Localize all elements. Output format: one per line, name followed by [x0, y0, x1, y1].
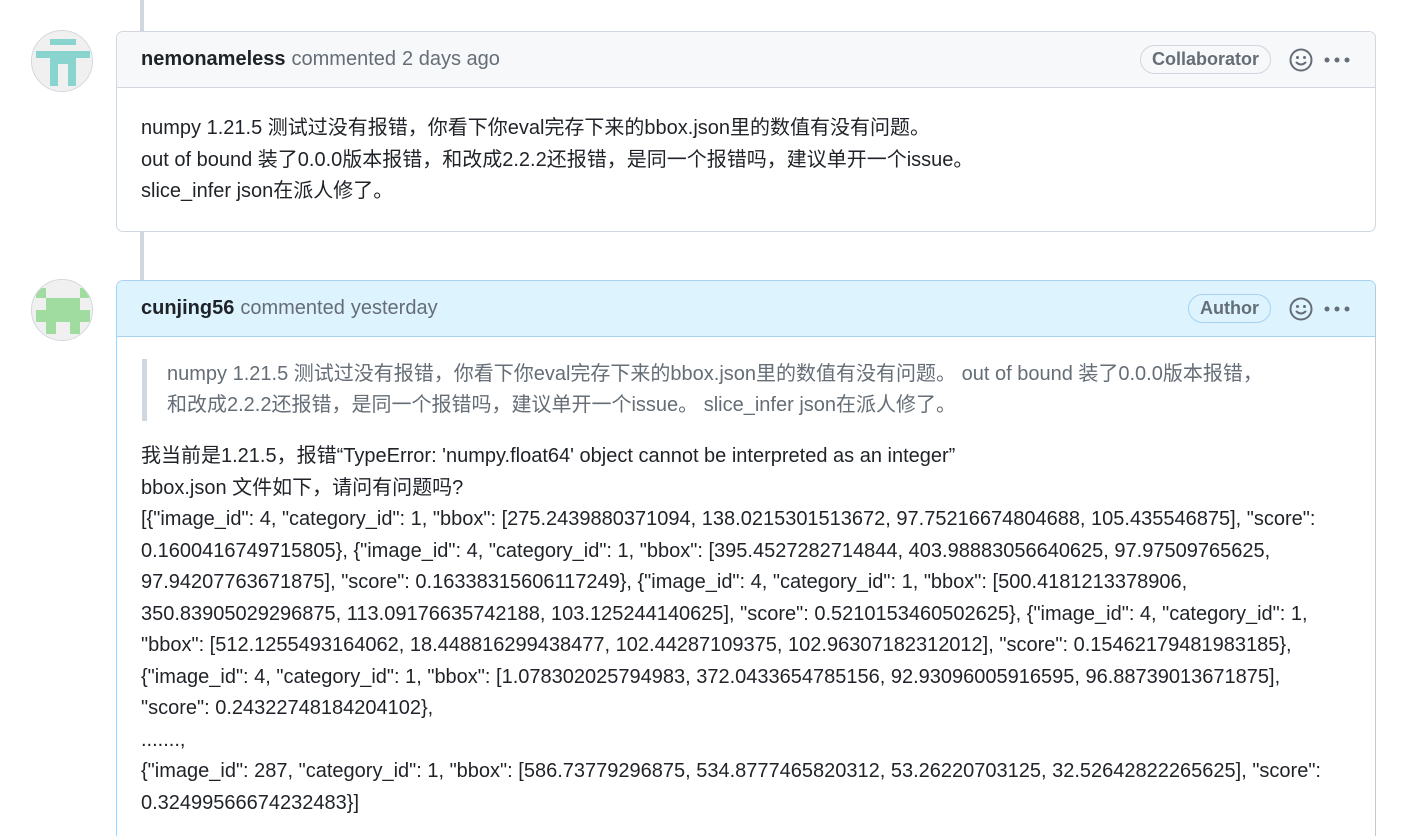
- avatar[interactable]: [31, 30, 93, 92]
- comment-line: "bbox": [512.1255493164062, 18.448816299…: [141, 634, 1292, 656]
- comment-line: 0.32499566674232483}]: [141, 791, 360, 814]
- comment-card: nemonameless commented 2 days ago Collab…: [116, 31, 1376, 232]
- comment-line: 我当前是1.21.5，报错“TypeError: 'numpy.float64'…: [141, 445, 956, 467]
- comment-line: "score": 0.24322748184204102},: [141, 697, 434, 719]
- reaction-icon[interactable]: [1287, 46, 1315, 74]
- comment-action: commented: [240, 297, 345, 319]
- comment-line: slice_infer json在派人修了。: [141, 180, 394, 202]
- timeline-line: [140, 231, 144, 281]
- comment-author[interactable]: cunjing56: [141, 297, 234, 320]
- kebab-menu-icon[interactable]: [1323, 46, 1351, 74]
- comment-body: numpy 1.21.5 测试过没有报错，你看下你eval完存下来的bbox.j…: [117, 337, 1375, 836]
- identicon-icon: [32, 31, 92, 91]
- comment-line: numpy 1.21.5 测试过没有报错，你看下你eval完存下来的bbox.j…: [141, 117, 931, 139]
- comment-time[interactable]: yesterday: [351, 297, 438, 320]
- comment-author[interactable]: nemonameless: [141, 48, 286, 71]
- quote-line: numpy 1.21.5 测试过没有报错，你看下你eval完存下来的bbox.j…: [167, 363, 1263, 385]
- comment-action: commented: [291, 48, 397, 70]
- comment-header: nemonameless commented 2 days ago Collab…: [117, 32, 1375, 88]
- comment-line: 350.83905029296875, 113.09176635742188, …: [141, 602, 1308, 625]
- comment-body: numpy 1.21.5 测试过没有报错，你看下你eval完存下来的bbox.j…: [117, 88, 1375, 231]
- timeline-line: [140, 0, 144, 32]
- comment-header: cunjing56 commented yesterday Author: [117, 281, 1375, 337]
- avatar[interactable]: [31, 279, 93, 341]
- comment-line: 97.94207763671875], "score": 0.163383156…: [141, 571, 1188, 593]
- identicon-icon: [32, 280, 92, 340]
- comment-line: bbox.json 文件如下，请问有问题吗?: [141, 476, 464, 499]
- comment-line: [{"image_id": 4, "category_id": 1, "bbox…: [141, 508, 1316, 530]
- comment-card: cunjing56 commented yesterday Author num…: [116, 280, 1376, 836]
- reaction-icon[interactable]: [1287, 295, 1315, 323]
- quote-block: numpy 1.21.5 测试过没有报错，你看下你eval完存下来的bbox.j…: [142, 359, 1351, 421]
- role-badge: Collaborator: [1139, 45, 1271, 74]
- role-badge: Author: [1188, 294, 1271, 323]
- comment-line: 0.1600416749715805}, {"image_id": 4, "ca…: [141, 539, 1271, 562]
- kebab-menu-icon[interactable]: [1323, 295, 1351, 323]
- comment-line: {"image_id": 287, "category_id": 1, "bbo…: [141, 760, 1321, 782]
- comment-line: {"image_id": 4, "category_id": 1, "bbox"…: [141, 665, 1281, 688]
- comment-time[interactable]: 2 days ago: [402, 48, 500, 71]
- quote-line: 和改成2.2.2还报错，是同一个报错吗，建议单开一个issue。 slice_i…: [167, 394, 957, 416]
- comment-line: .......,: [141, 728, 186, 751]
- comment-line: out of bound 装了0.0.0版本报错，和改成2.2.2还报错，是同一…: [141, 148, 974, 171]
